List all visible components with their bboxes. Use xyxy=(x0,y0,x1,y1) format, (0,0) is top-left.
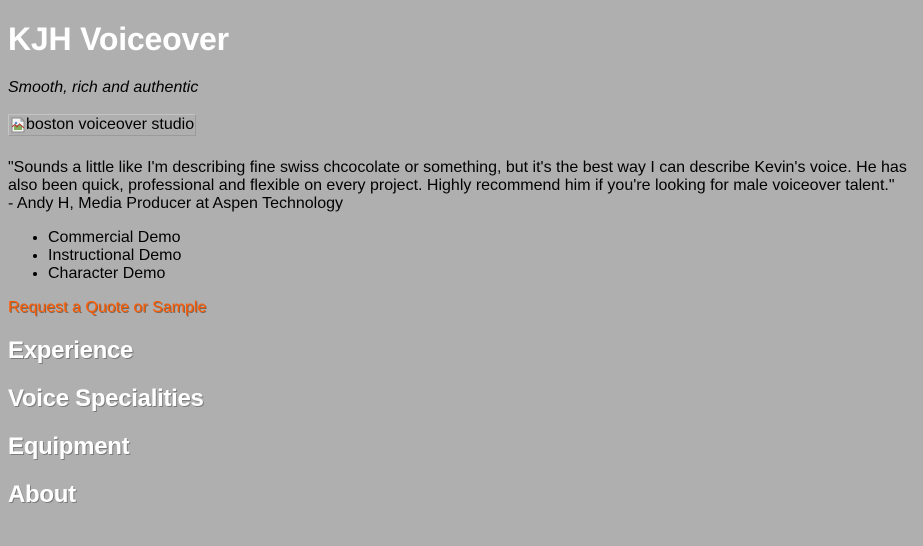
demo-item-instructional[interactable]: Instructional Demo xyxy=(48,247,915,265)
demo-item-character[interactable]: Character Demo xyxy=(48,265,915,283)
section-heading-voice-specialities[interactable]: Voice Specialities xyxy=(8,385,915,413)
studio-image: boston voiceover studio xyxy=(8,114,197,136)
section-heading-experience[interactable]: Experience xyxy=(8,337,915,365)
page: KJH Voiceover Smooth, rich and authentic… xyxy=(0,0,923,509)
demo-list: Commercial Demo Instructional Demo Chara… xyxy=(8,229,915,283)
studio-image-alt-text: boston voiceover studio xyxy=(26,116,195,133)
section-heading-equipment[interactable]: Equipment xyxy=(8,433,915,461)
broken-image-icon xyxy=(11,117,25,133)
testimonial: "Sounds a little like I'm describing fin… xyxy=(8,159,915,213)
testimonial-attribution: - Andy H, Media Producer at Aspen Techno… xyxy=(8,195,344,212)
testimonial-quote: "Sounds a little like I'm describing fin… xyxy=(8,159,907,194)
request-quote-link[interactable]: Request a Quote or Sample xyxy=(8,299,206,317)
section-heading-about[interactable]: About xyxy=(8,481,915,509)
tagline: Smooth, rich and authentic xyxy=(8,79,199,96)
site-title: KJH Voiceover xyxy=(8,21,229,57)
demo-item-commercial[interactable]: Commercial Demo xyxy=(48,229,915,247)
